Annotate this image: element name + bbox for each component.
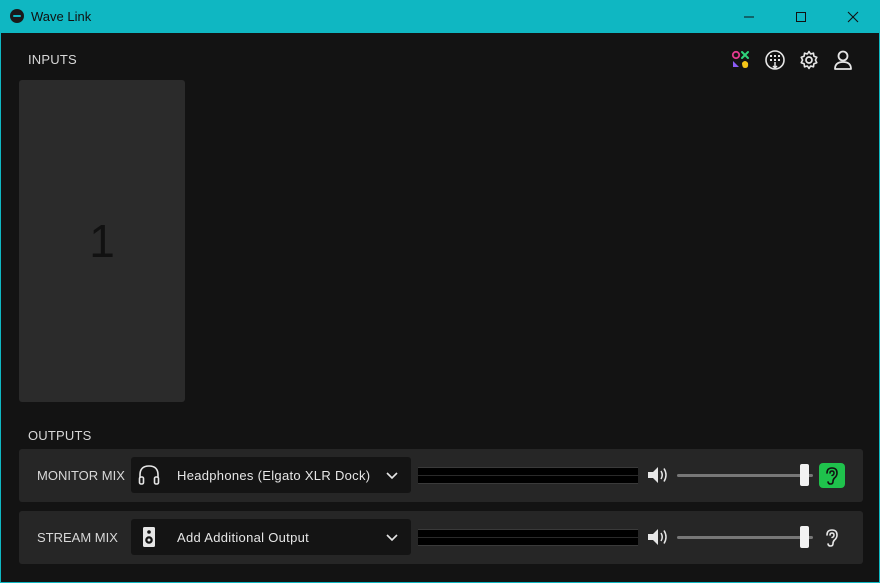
window-title: Wave Link (31, 9, 92, 24)
account-icon[interactable] (831, 48, 855, 72)
stream-device-dropdown[interactable]: Add Additional Output (131, 519, 411, 555)
input-channel-slot[interactable]: 1 (19, 80, 185, 402)
ear-icon (826, 466, 838, 485)
speaker-icon (137, 525, 161, 549)
monitor-mix-label: MONITOR MIX (37, 468, 125, 483)
minimize-icon (744, 16, 754, 17)
monitor-level-meter (418, 467, 638, 484)
settings-icon[interactable] (797, 48, 821, 72)
monitor-toggle-button[interactable] (819, 525, 845, 550)
close-button[interactable] (830, 0, 876, 33)
title-bar: Wave Link (0, 0, 880, 33)
monitor-volume-slider[interactable] (677, 464, 813, 486)
inputs-section-label: INPUTS (28, 52, 77, 67)
chevron-down-icon (385, 531, 399, 543)
close-icon (847, 11, 859, 22)
monitor-device-name: Headphones (Elgato XLR Dock) (177, 468, 371, 483)
minimize-button[interactable] (726, 0, 772, 33)
ear-icon (826, 528, 838, 547)
stream-device-name: Add Additional Output (177, 530, 310, 545)
wave-link-logo-icon (10, 9, 24, 23)
slider-thumb[interactable] (800, 464, 809, 486)
maximize-icon (796, 11, 806, 22)
headphones-icon (137, 463, 161, 487)
stream-volume-slider[interactable] (677, 526, 813, 548)
volume-icon[interactable] (645, 525, 671, 549)
volume-icon[interactable] (645, 463, 671, 487)
slider-track (677, 536, 813, 539)
monitor-device-dropdown[interactable]: Headphones (Elgato XLR Dock) (131, 457, 411, 493)
input-channel-number: 1 (89, 215, 115, 267)
stream-mix-label: STREAM MIX (37, 530, 118, 545)
maximize-button[interactable] (778, 0, 824, 33)
streamdeck-icon[interactable] (763, 48, 787, 72)
slider-track (677, 474, 813, 477)
output-row-monitor-mix: MONITOR MIX Headphones (Elgato XLR Dock) (19, 449, 863, 502)
stream-level-meter (418, 529, 638, 546)
slider-thumb[interactable] (800, 526, 809, 548)
marketplace-icon[interactable] (729, 48, 753, 72)
chevron-down-icon (385, 469, 399, 481)
monitor-toggle-button[interactable] (819, 463, 845, 488)
output-row-stream-mix: STREAM MIX Add Additional Output (19, 511, 863, 564)
app-body: INPUTS 1 OUTPUTS MONITOR MIX Headphones … (0, 33, 880, 583)
toolbar-icons (729, 48, 855, 72)
outputs-section-label: OUTPUTS (28, 428, 92, 443)
